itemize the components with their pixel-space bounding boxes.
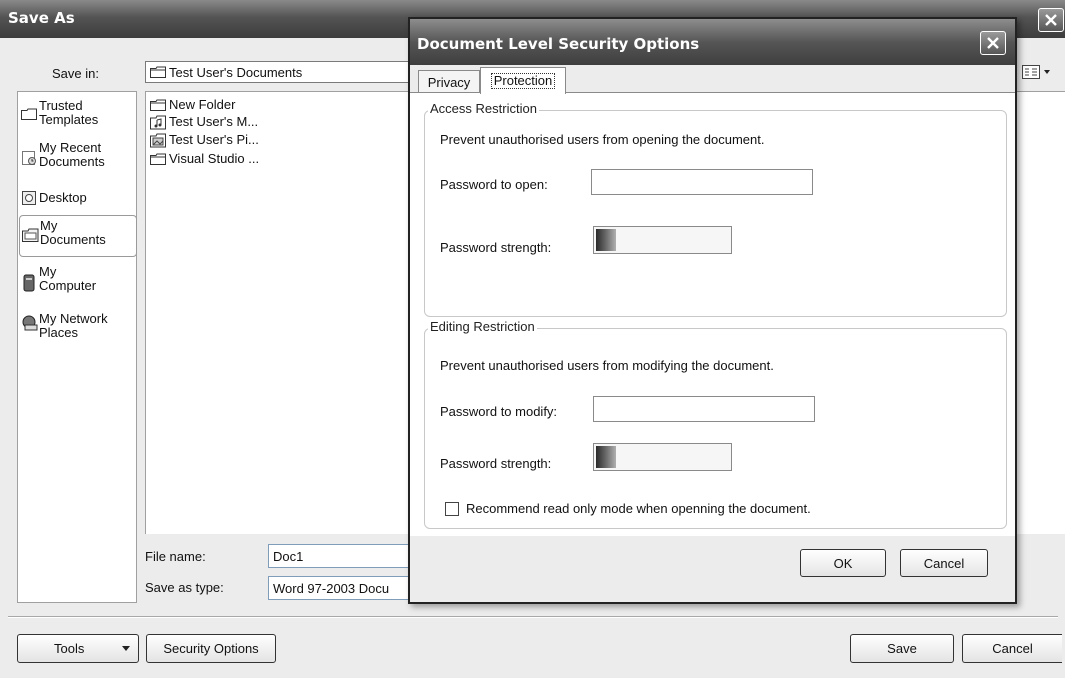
dialog-cancel-button-label: Cancel: [923, 555, 965, 571]
places-item-label: My: [39, 264, 57, 279]
folder-icon: [21, 108, 37, 120]
places-item-my-network-places[interactable]: My Network Places: [18, 311, 136, 347]
modify-password-strength-label: Password strength:: [440, 456, 552, 471]
save-button-label: Save: [887, 641, 917, 656]
folder-icon: [150, 99, 166, 111]
music-folder-icon: [150, 115, 166, 129]
access-password-strength-label: Password strength:: [440, 240, 552, 255]
desktop-icon: [22, 191, 36, 205]
places-item-label: Documents: [40, 232, 106, 247]
access-password-strength-fill: [596, 229, 616, 251]
close-icon: [987, 37, 999, 49]
cancel-button-label: Cancel: [992, 641, 1033, 656]
tab-privacy[interactable]: Privacy: [418, 70, 480, 93]
folder-icon: [150, 153, 166, 165]
editing-restriction-title: Editing Restriction: [428, 319, 537, 334]
file-item[interactable]: Test User's Pi...: [150, 131, 259, 148]
tools-button[interactable]: Tools: [17, 634, 139, 663]
save-as-title: Save As: [8, 9, 75, 27]
tab-protection-label: Protection: [490, 73, 556, 89]
editing-restriction-description: Prevent unauthorised users from modifyin…: [440, 358, 774, 373]
file-item-label: Visual Studio ...: [169, 151, 260, 166]
access-restriction-description: Prevent unauthorised users from opening …: [440, 132, 765, 147]
save-as-type-value: Word 97-2003 Docu: [273, 580, 390, 596]
places-item-label: Desktop: [39, 190, 87, 205]
file-name-label: File name:: [145, 549, 206, 564]
security-dialog-footer: OK Cancel: [410, 537, 1015, 602]
computer-icon: [23, 274, 35, 292]
security-dialog-close-button[interactable]: [980, 31, 1006, 55]
tools-button-label: Tools: [54, 641, 85, 656]
security-dialog-title-bar[interactable]: Document Level Security Options: [410, 19, 1015, 65]
chevron-down-icon: [122, 646, 130, 651]
file-item-label: New Folder: [169, 97, 236, 112]
security-options-button[interactable]: Security Options: [146, 634, 276, 663]
pictures-folder-icon: [150, 133, 166, 147]
places-item-label: Computer: [39, 278, 97, 293]
file-item[interactable]: Test User's M...: [150, 113, 258, 130]
security-options-dialog: Document Level Security Options Privacy …: [408, 17, 1017, 604]
tab-protection[interactable]: Protection: [480, 67, 566, 94]
views-menu-button[interactable]: [1022, 62, 1058, 82]
places-item-trusted-templates[interactable]: Trusted Templates: [18, 98, 136, 134]
places-item-label: Templates: [39, 112, 99, 127]
places-item-label: Trusted: [39, 98, 83, 113]
save-button[interactable]: Save: [850, 634, 954, 663]
password-to-modify-input[interactable]: [593, 396, 815, 422]
modify-password-strength-meter: [593, 443, 732, 471]
dialog-cancel-button[interactable]: Cancel: [900, 549, 988, 577]
access-password-strength-meter: [593, 226, 732, 254]
security-dialog-title: Document Level Security Options: [417, 35, 700, 53]
tab-privacy-label: Privacy: [427, 74, 471, 90]
ok-button-label: OK: [833, 555, 853, 571]
close-icon: [1045, 14, 1057, 26]
file-item[interactable]: New Folder: [150, 96, 235, 113]
save-in-label: Save in:: [52, 66, 99, 81]
file-item-label: Test User's M...: [169, 114, 259, 129]
ok-button[interactable]: OK: [800, 549, 886, 577]
file-name-value: Doc1: [273, 548, 304, 564]
places-item-desktop[interactable]: Desktop: [18, 188, 136, 210]
password-to-modify-label: Password to modify:: [440, 404, 558, 419]
places-item-my-documents[interactable]: My Documents: [19, 215, 137, 257]
save-in-combo[interactable]: Test User's Documents: [145, 61, 410, 83]
views-icon: [1022, 65, 1040, 79]
save-as-close-button[interactable]: [1038, 8, 1064, 32]
chevron-down-icon: [1044, 70, 1050, 74]
save-as-type-label: Save as type:: [145, 580, 224, 595]
places-item-label: My Network: [39, 311, 108, 326]
recent-documents-icon: [22, 151, 36, 165]
places-item-my-computer[interactable]: My Computer: [18, 264, 136, 300]
recommend-read-only-checkbox[interactable]: [445, 502, 459, 516]
recommend-read-only-label: Recommend read only mode when openning t…: [466, 501, 811, 516]
access-restriction-title: Access Restriction: [428, 101, 539, 116]
folder-icon: [150, 66, 166, 78]
places-bar: Trusted Templates My Recent Documents De…: [17, 91, 137, 603]
file-item-label: Test User's Pi...: [169, 132, 259, 147]
modify-password-strength-fill: [596, 446, 616, 468]
password-to-open-label: Password to open:: [440, 177, 548, 192]
places-item-my-recent-documents[interactable]: My Recent Documents: [18, 140, 136, 176]
places-item-label: My: [40, 218, 58, 233]
my-documents-icon: [22, 228, 39, 242]
protection-tab-panel: Access Restriction Prevent unauthorised …: [410, 92, 1015, 536]
places-item-label: Documents: [39, 154, 105, 169]
footer-divider: [8, 616, 1058, 618]
save-in-value: Test User's Documents: [169, 64, 303, 80]
cancel-button[interactable]: Cancel: [962, 634, 1062, 663]
network-icon: [22, 315, 38, 331]
security-options-button-label: Security Options: [163, 641, 259, 656]
places-item-label: Places: [39, 325, 79, 340]
password-to-open-input[interactable]: [591, 169, 813, 195]
file-item[interactable]: Visual Studio ...: [150, 150, 259, 167]
places-item-label: My Recent: [39, 140, 102, 155]
